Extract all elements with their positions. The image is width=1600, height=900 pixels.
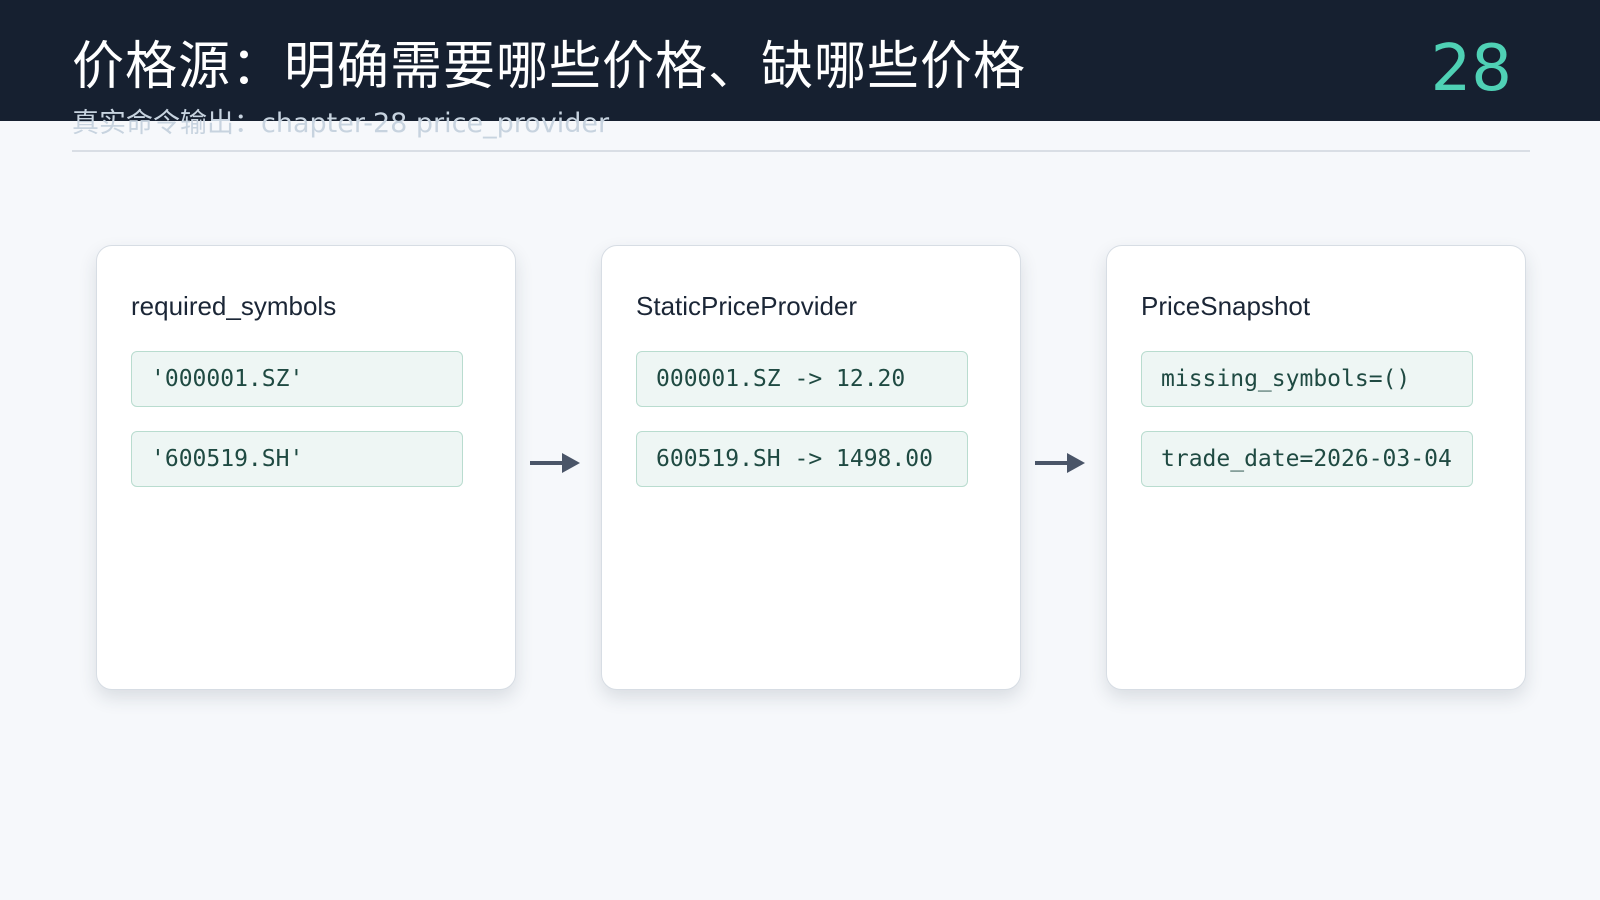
- symbol-item: '600519.SH': [131, 431, 463, 487]
- required-symbols-card: required_symbols '000001.SZ' '600519.SH': [96, 245, 516, 690]
- static-price-provider-card: StaticPriceProvider 000001.SZ -> 12.20 6…: [601, 245, 1021, 690]
- card-title: required_symbols: [131, 291, 337, 321]
- divider-line: [72, 150, 1530, 152]
- snapshot-item: missing_symbols=(): [1141, 351, 1473, 407]
- snapshot-item: trade_date=2026-03-04: [1141, 431, 1473, 487]
- price-item: 600519.SH -> 1498.00: [636, 431, 968, 487]
- slide-subtitle: 真实命令输出：chapter-28 price_provider: [72, 108, 610, 139]
- price-item: 000001.SZ -> 12.20: [636, 351, 968, 407]
- right-arrow-icon: [1035, 453, 1085, 473]
- slide-title: 价格源：明确需要哪些价格、缺哪些价格: [72, 37, 1027, 97]
- right-arrow-icon: [530, 453, 580, 473]
- card-title: StaticPriceProvider: [636, 291, 858, 321]
- price-snapshot-card: PriceSnapshot missing_symbols=() trade_d…: [1106, 245, 1526, 690]
- card-title: PriceSnapshot: [1141, 291, 1311, 321]
- slide-header: 价格源：明确需要哪些价格、缺哪些价格 28: [0, 0, 1600, 121]
- symbol-item: '000001.SZ': [131, 351, 463, 407]
- page-number: 28: [1430, 32, 1512, 106]
